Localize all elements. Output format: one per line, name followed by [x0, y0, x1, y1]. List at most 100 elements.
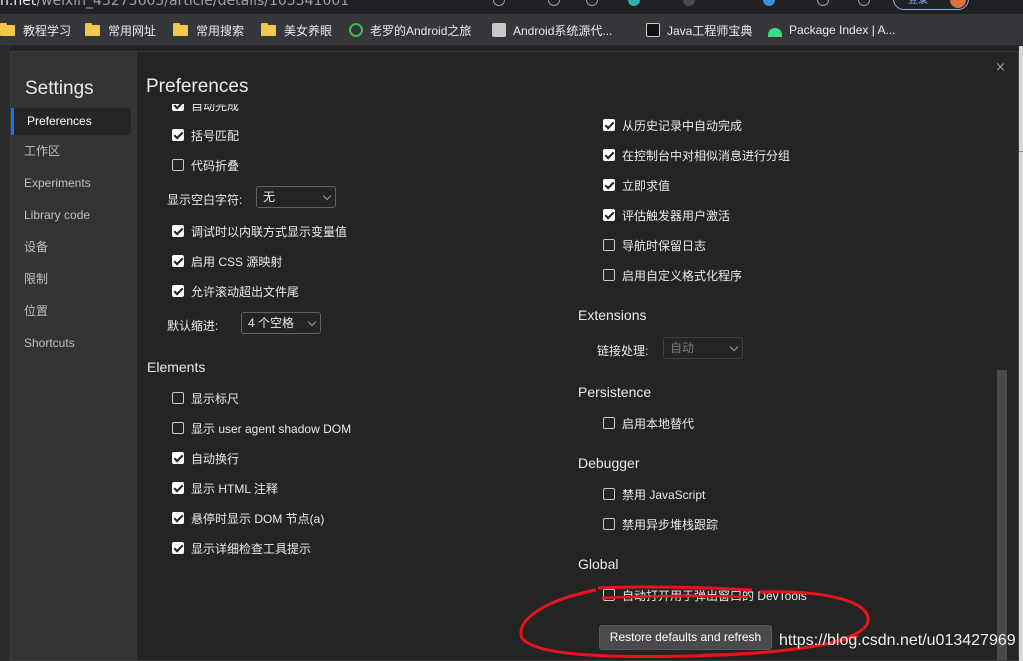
extension-dark-icon[interactable] [683, 0, 695, 6]
restore-defaults-button[interactable]: Restore defaults and refresh [599, 625, 772, 650]
close-icon[interactable]: × [995, 60, 1006, 75]
html-comments-checkbox[interactable]: 显示 HTML 注释 [172, 480, 278, 496]
checkbox-icon [603, 417, 615, 429]
folder-icon [85, 22, 100, 36]
checkbox-icon [172, 452, 184, 464]
checkbox-icon [172, 422, 184, 434]
checkbox-icon [172, 129, 184, 141]
sidebar-item-library-code[interactable]: Library code [14, 202, 134, 229]
watermark-text: https://blog.csdn.net/u013427969 [779, 632, 1016, 649]
auto-open-devtools-checkbox[interactable]: 自动打开用于弹出窗口的 DevTools [603, 587, 807, 603]
checkbox-icon [172, 225, 184, 237]
android-icon [768, 27, 782, 37]
group-similar-checkbox[interactable]: 在控制台中对相似消息进行分组 [603, 147, 790, 163]
sidebar-item-preferences[interactable]: Preferences [11, 108, 131, 135]
bracket-matching-checkbox[interactable]: 括号匹配 [172, 127, 239, 143]
extension-blue-icon[interactable] [763, 0, 775, 6]
checkbox-icon [172, 159, 184, 171]
scrollbar[interactable] [997, 370, 1007, 660]
chevron-down-icon [322, 191, 332, 201]
sidebar-item-experiments[interactable]: Experiments [14, 170, 134, 197]
link-handling-select[interactable]: 自动 [663, 337, 743, 359]
message-icon[interactable] [817, 0, 829, 6]
checkbox-icon [603, 209, 615, 221]
word-wrap-checkbox[interactable]: 自动换行 [172, 450, 239, 466]
sidebar-item-devices[interactable]: 设备 [14, 234, 134, 261]
folder-icon [173, 22, 188, 36]
extension-teal-icon[interactable] [628, 0, 640, 6]
local-overrides-checkbox[interactable]: 启用本地替代 [603, 415, 694, 431]
checkbox-icon [603, 269, 615, 281]
scroll-past-end-checkbox[interactable]: 允许滚动超出文件尾 [172, 283, 299, 299]
bookmarks-bar: 教程学习 常用网址 常用搜索 美女养眼 老罗的Android之旅 Android… [0, 14, 1023, 46]
bookmark-link[interactable]: Package Index | A... [768, 21, 896, 39]
preserve-log-checkbox[interactable]: 导航时保留日志 [603, 237, 706, 253]
sidebar-item-throttling[interactable]: 限制 [14, 266, 134, 293]
bookmark-folder[interactable]: 教程学习 [0, 21, 71, 39]
sidebar-item-shortcuts[interactable]: Shortcuts [14, 330, 134, 357]
extensions-heading: Extensions [578, 307, 647, 323]
settings-sidebar: Settings Preferences 工作区 Experiments Lib… [11, 52, 137, 660]
bookmark-folder[interactable]: 常用搜索 [173, 21, 244, 39]
settings-title: Settings [25, 78, 94, 99]
eager-eval-checkbox[interactable]: 立即求值 [603, 177, 670, 193]
checkbox-icon [172, 392, 184, 404]
checkbox-icon [172, 482, 184, 494]
bookmark-folder[interactable]: 常用网址 [85, 21, 156, 39]
indent-select[interactable]: 4 个空格 [241, 312, 321, 334]
url-text: n.net/weixin_43275605/article/details/10… [0, 0, 350, 9]
checkbox-icon [172, 512, 184, 524]
site-icon [646, 23, 660, 37]
zoom-icon[interactable] [493, 0, 505, 6]
address-bar[interactable]: n.net/weixin_43275605/article/details/10… [0, 0, 1023, 14]
folder-icon [261, 22, 276, 36]
link-handling-label: 链接处理: [597, 344, 649, 358]
checkbox-icon [172, 285, 184, 297]
show-rulers-checkbox[interactable]: 显示标尺 [172, 390, 239, 406]
inspect-tooltip-checkbox[interactable]: 显示详细检查工具提示 [172, 540, 311, 556]
shadow-dom-checkbox[interactable]: 显示 user agent shadow DOM [172, 420, 351, 436]
indent-label: 默认缩进: [167, 319, 219, 333]
menu-icon[interactable] [858, 0, 870, 6]
checkbox-icon [603, 149, 615, 161]
search-icon[interactable] [548, 0, 560, 6]
inline-variables-checkbox[interactable]: 调试时以内联方式显示变量值 [172, 223, 347, 239]
checkbox-icon [172, 255, 184, 267]
hover-dom-checkbox[interactable]: 悬停时显示 DOM 节点(a) [172, 510, 324, 526]
sidebar-item-locations[interactable]: 位置 [14, 298, 134, 325]
checkbox-icon [603, 119, 615, 131]
custom-formatters-checkbox[interactable]: 启用自定义格式化程序 [603, 267, 742, 283]
persistence-heading: Persistence [578, 384, 652, 400]
whitespace-select[interactable]: 无 [256, 186, 336, 208]
checkbox-icon [603, 518, 615, 530]
bookmark-link[interactable]: Java工程师宝典 [646, 21, 752, 39]
global-heading: Global [578, 556, 619, 572]
history-autocomplete-checkbox[interactable]: 从历史记录中自动完成 [603, 117, 742, 133]
account-label: 登录 [908, 0, 928, 6]
chevron-down-icon [307, 317, 317, 327]
code-folding-checkbox[interactable]: 代码折叠 [172, 157, 239, 173]
css-source-maps-checkbox[interactable]: 启用 CSS 源映射 [172, 253, 282, 269]
site-icon [349, 23, 363, 37]
page-background [0, 46, 10, 661]
autocomplete-checkbox[interactable]: 自动完成 [172, 104, 239, 113]
settings-dialog: Settings Preferences 工作区 Experiments Lib… [10, 51, 1019, 661]
folder-icon [0, 22, 15, 36]
site-icon [492, 23, 506, 37]
bookmark-link[interactable]: Android系统源代... [492, 21, 612, 39]
disable-async-stack-checkbox[interactable]: 禁用异步堆栈跟踪 [603, 516, 718, 532]
checkbox-icon [172, 104, 184, 111]
preferences-panel: 自动完成 括号匹配 代码折叠 显示空白字符: 无 调试时以内联方式显示变量值 启… [137, 104, 1001, 660]
page-background [1019, 46, 1023, 661]
user-activation-checkbox[interactable]: 评估触发器用户激活 [603, 207, 730, 223]
bookmark-folder[interactable]: 美女养眼 [261, 21, 332, 39]
sidebar-item-workspace[interactable]: 工作区 [14, 138, 134, 165]
extension-icon[interactable] [586, 0, 598, 6]
debugger-heading: Debugger [578, 455, 640, 471]
checkbox-icon [603, 179, 615, 191]
checkbox-icon [172, 542, 184, 554]
bookmark-link[interactable]: 老罗的Android之旅 [349, 21, 471, 39]
chevron-down-icon [729, 342, 739, 352]
disable-js-checkbox[interactable]: 禁用 JavaScript [603, 486, 705, 502]
checkbox-icon [603, 488, 615, 500]
